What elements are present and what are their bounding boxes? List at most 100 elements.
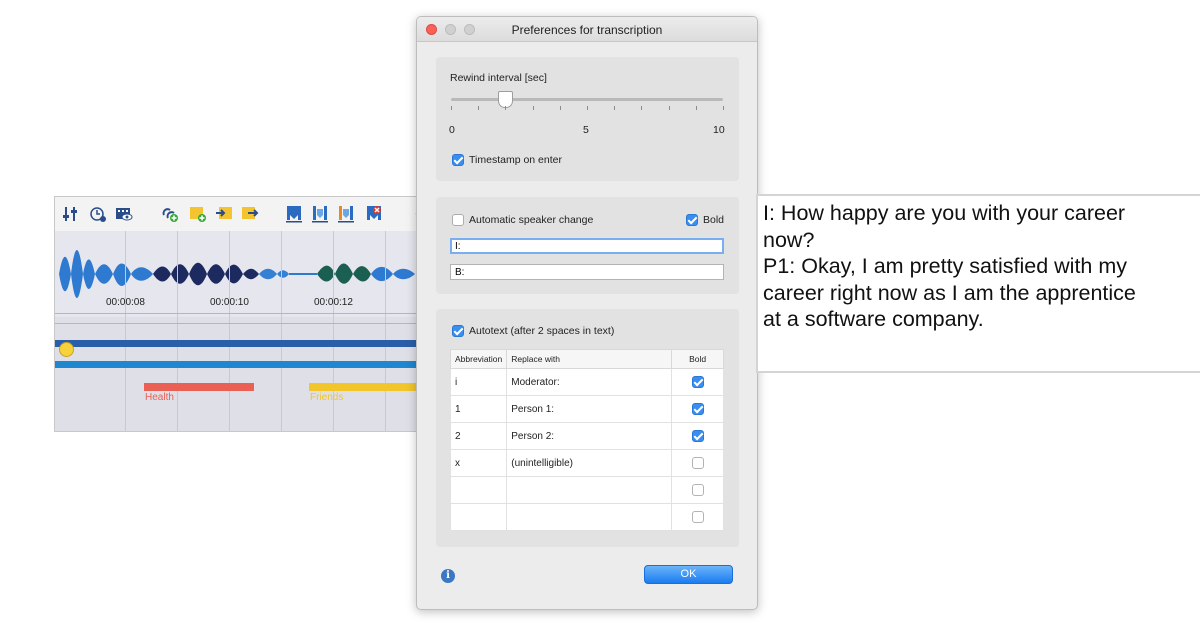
bold-cell: [671, 476, 724, 504]
abbreviation-cell[interactable]: 1: [449, 395, 508, 423]
bold-checkbox[interactable]: [686, 214, 698, 226]
slider-tick: [560, 106, 561, 110]
table-row[interactable]: 1 Person 1:: [449, 395, 724, 423]
speaker1-input[interactable]: [450, 238, 724, 254]
bold-row-checkbox[interactable]: [691, 376, 704, 388]
timestamp-checkbox[interactable]: [452, 154, 464, 166]
transcript-line: I: How happy are you with your career: [763, 201, 1126, 225]
table-row[interactable]: i Moderator:: [449, 368, 724, 396]
smiley-emoticon-icon[interactable]: [59, 342, 74, 357]
slider-tick: [641, 106, 642, 110]
track-separator: [55, 313, 419, 314]
add-memo-icon[interactable]: [189, 205, 207, 223]
column-header-bold[interactable]: Bold: [671, 349, 724, 369]
column-header-replace[interactable]: Replace with: [506, 349, 673, 369]
auto-speaker-change-checkbox[interactable]: [452, 214, 464, 226]
autotext-checkbox[interactable]: [452, 325, 464, 337]
bold-row-checkbox[interactable]: [691, 484, 704, 496]
table-header-row: Abbreviation Replace with Bold: [449, 349, 724, 369]
table-row[interactable]: 2 Person 2:: [449, 422, 724, 450]
transcript-panel[interactable]: I: How happy are you with your career no…: [756, 194, 1200, 373]
transcript-line: at a software company.: [763, 307, 984, 331]
ok-button[interactable]: OK: [644, 565, 733, 584]
bold-cell: [671, 503, 724, 531]
autotext-table-body: i Moderator: 1 Person 1: 2 Person 2: x (unintel…: [449, 368, 724, 531]
grid-line: [281, 231, 282, 431]
mixer-icon[interactable]: [61, 205, 79, 223]
speaker-group: Automatic speaker change Bold: [436, 197, 739, 294]
bold-label: Bold: [703, 214, 725, 226]
autotext-label: Autotext (after 2 spaces in text): [469, 325, 615, 337]
grid-line: [177, 231, 178, 431]
time-label: 00:00:10: [210, 297, 249, 308]
rewind-group: Rewind interval [sec] 0 5 10 Timestamp o…: [436, 57, 739, 181]
speaker-track-light[interactable]: [55, 361, 419, 368]
code-label-health: Health: [145, 392, 174, 403]
bookmark-icon[interactable]: [285, 205, 303, 223]
bold-row-checkbox[interactable]: [691, 403, 704, 415]
speaker2-input[interactable]: [450, 264, 724, 280]
table-row[interactable]: x (unintelligible): [449, 449, 724, 477]
table-row[interactable]: [449, 476, 724, 504]
slider-tick: [451, 106, 452, 110]
code-bar-health[interactable]: [144, 383, 254, 391]
track-separator: [55, 323, 419, 324]
abbreviation-cell[interactable]: i: [449, 368, 508, 396]
rewind-slider-track[interactable]: [451, 98, 723, 101]
replace-with-cell[interactable]: [506, 476, 673, 504]
bold-row-checkbox[interactable]: [691, 430, 704, 442]
replace-with-cell[interactable]: Person 1:: [506, 395, 673, 423]
replace-with-cell[interactable]: Moderator:: [506, 368, 673, 396]
add-audio-link-icon[interactable]: [161, 205, 179, 223]
code-label-friends: Friends: [310, 392, 344, 403]
grid-line: [229, 231, 230, 431]
dialog-titlebar[interactable]: Preferences for transcription: [417, 17, 757, 42]
slider-tick: [533, 106, 534, 110]
export-icon[interactable]: [241, 205, 259, 223]
table-row[interactable]: [449, 503, 724, 531]
media-toolbar: [55, 197, 419, 232]
bold-cell: [671, 395, 724, 423]
abbreviation-cell[interactable]: x: [449, 449, 508, 477]
slider-tick: [696, 106, 697, 110]
clock-settings-icon[interactable]: [89, 205, 107, 223]
dialog-title: Preferences for transcription: [511, 23, 663, 37]
abbreviation-cell[interactable]: 2: [449, 422, 508, 450]
slider-tick: [614, 106, 615, 110]
bookmark-delete-icon[interactable]: [365, 205, 383, 223]
bold-row-checkbox[interactable]: [691, 511, 704, 523]
grid-line: [385, 231, 386, 431]
speaker-track-dark[interactable]: [55, 340, 419, 347]
video-icon[interactable]: [115, 205, 133, 223]
bookmark-color-icon[interactable]: [337, 205, 355, 223]
transcript-text[interactable]: I: How happy are you with your career no…: [763, 200, 1193, 333]
time-label: 00:00:08: [106, 297, 145, 308]
column-header-abbreviation[interactable]: Abbreviation: [449, 349, 508, 369]
time-label: 00:00:12: [314, 297, 353, 308]
media-panel: 00:00:08 00:00:10 00:00:12 Health Friend…: [54, 196, 420, 432]
timestamp-label: Timestamp on enter: [469, 154, 562, 166]
rewind-label: Rewind interval [sec]: [450, 72, 547, 84]
slider-tick: [587, 106, 588, 110]
grid-line: [125, 231, 126, 431]
abbreviation-cell[interactable]: [449, 476, 508, 504]
abbreviation-cell[interactable]: [449, 503, 508, 531]
preferences-dialog: Preferences for transcription Rewind int…: [416, 16, 758, 610]
transcript-line: career right now as I am the apprentice: [763, 280, 1136, 305]
bookmark-down-icon[interactable]: [311, 205, 329, 223]
replace-with-cell[interactable]: (unintelligible): [506, 449, 673, 477]
replace-with-cell[interactable]: [506, 503, 673, 531]
auto-speaker-change-label: Automatic speaker change: [469, 214, 594, 226]
transcript-line: P1: Okay, I am pretty satisfied with my: [763, 254, 1128, 278]
bold-row-checkbox[interactable]: [691, 457, 704, 469]
rewind-min-label: 0: [449, 124, 455, 136]
info-icon[interactable]: i: [441, 569, 455, 583]
bold-cell: [671, 449, 724, 477]
slider-tick: [478, 106, 479, 110]
code-bar-friends[interactable]: [309, 383, 419, 391]
replace-with-cell[interactable]: Person 2:: [506, 422, 673, 450]
slider-tick: [723, 106, 724, 110]
import-icon[interactable]: [215, 205, 233, 223]
autotext-group: Autotext (after 2 spaces in text) Abbrev…: [436, 309, 739, 547]
slider-tick: [669, 106, 670, 110]
